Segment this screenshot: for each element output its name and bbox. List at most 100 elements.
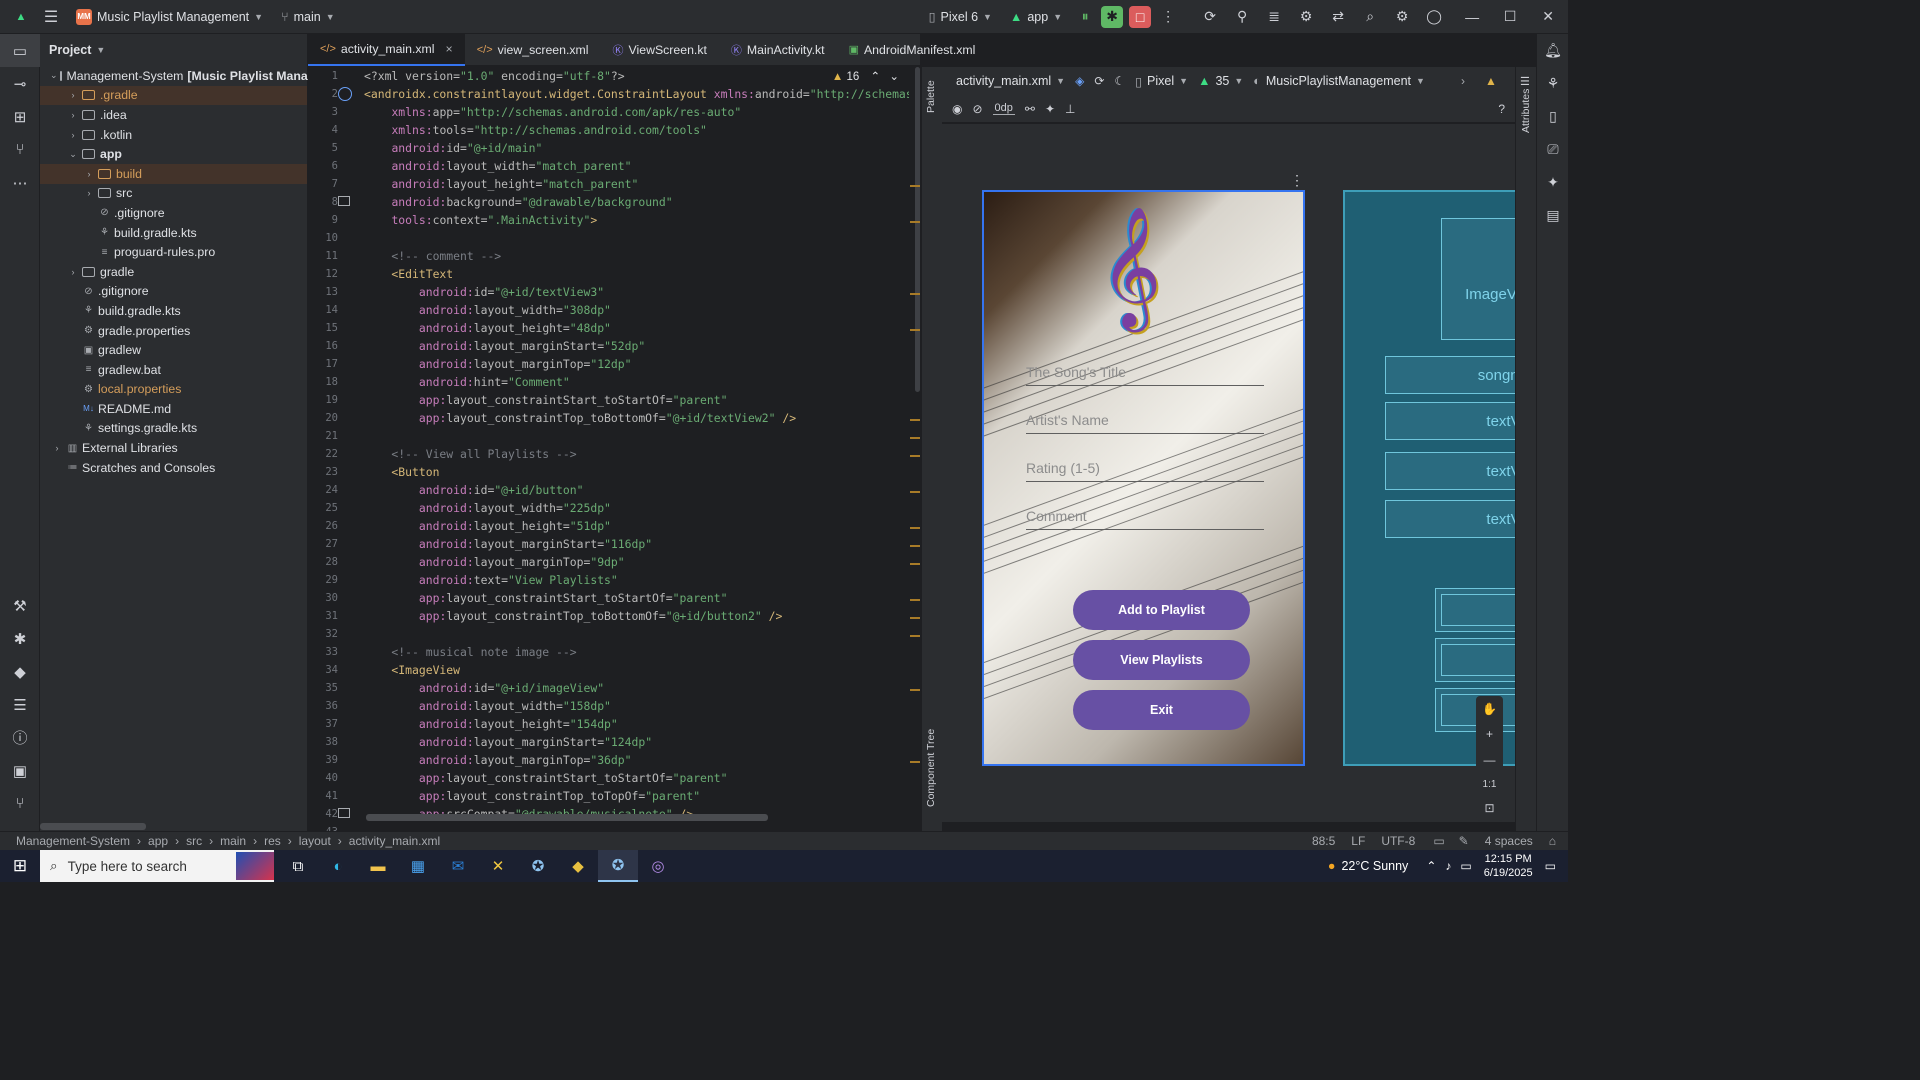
- chevron-down-icon[interactable]: ⌄: [889, 71, 899, 83]
- night-mode-icon[interactable]: ☾: [1114, 74, 1125, 88]
- menu-icon[interactable]: ☰: [40, 6, 62, 28]
- chevron-down-icon[interactable]: ⌄: [50, 70, 58, 81]
- chevron-right-icon[interactable]: ›: [66, 267, 80, 277]
- blueprint-text-view[interactable]: textVie: [1385, 402, 1515, 440]
- vertical-scrollbar[interactable]: [915, 67, 920, 392]
- phone-button[interactable]: Add to Playlist: [1073, 590, 1250, 630]
- notifications-icon[interactable]: 🔔︎: [1537, 34, 1569, 67]
- edge-icon[interactable]: ◐: [318, 850, 358, 882]
- chevron-up-icon[interactable]: ⌃: [871, 71, 881, 83]
- zoom-fit-icon[interactable]: ⊡: [1484, 801, 1494, 815]
- tree-item[interactable]: M↓ README.md: [40, 399, 307, 419]
- guidelines-icon[interactable]: ⊥: [1065, 102, 1075, 116]
- design-surface-icon[interactable]: ◈: [1075, 74, 1084, 88]
- more-icon[interactable]: ⋮: [1290, 172, 1304, 189]
- tree-item[interactable]: › src: [40, 184, 307, 204]
- gradle-sync-icon[interactable]: ⟳: [1199, 6, 1221, 28]
- warning-marker[interactable]: [910, 437, 920, 439]
- tree-item[interactable]: ⚙ gradle.properties: [40, 321, 307, 341]
- obs-icon[interactable]: ◎: [638, 850, 678, 882]
- warning-marker[interactable]: [910, 185, 920, 187]
- store-icon[interactable]: ▦: [398, 850, 438, 882]
- share-icon[interactable]: ⇄: [1327, 6, 1349, 28]
- tree-item[interactable]: ⌄ Management-System [Music Playlist Manage: [40, 66, 322, 86]
- phone-input-field[interactable]: Rating (1-5): [1026, 454, 1264, 482]
- logcat-icon[interactable]: ☰: [0, 688, 40, 721]
- android-studio-taskbar-icon[interactable]: ✪: [518, 850, 558, 882]
- tree-item[interactable]: › ▥ External Libraries: [40, 438, 307, 458]
- blueprint-text-view[interactable]: textVie: [1385, 452, 1515, 490]
- tree-item[interactable]: ⚙ local.properties: [40, 380, 307, 400]
- build-icon[interactable]: ⚒: [0, 589, 40, 622]
- warning-icon[interactable]: ▲: [1485, 74, 1497, 88]
- blueprint-button[interactable]: Bu: [1435, 688, 1515, 732]
- warning-marker[interactable]: [910, 689, 920, 691]
- warning-marker[interactable]: [910, 635, 920, 637]
- settings-icon[interactable]: ⚙: [1391, 6, 1413, 28]
- editor-tab[interactable]: </> activity_main.xml ×: [308, 33, 465, 66]
- run-config-selector[interactable]: ▲ app ▼: [1010, 10, 1062, 24]
- gradle-icon[interactable]: ☰: [1520, 75, 1530, 88]
- pan-icon[interactable]: ✋: [1482, 702, 1497, 716]
- close-tab-icon[interactable]: ×: [446, 42, 453, 56]
- chevron-down-icon[interactable]: ⌄: [66, 149, 80, 160]
- device-preview-selector[interactable]: ▯ Pixel ▼: [1135, 74, 1188, 89]
- project-panel-header[interactable]: Project ▼: [40, 34, 307, 66]
- warning-marker[interactable]: [910, 761, 920, 763]
- tree-item[interactable]: › build: [40, 163, 307, 184]
- running-devices-icon[interactable]: ⎚: [1537, 133, 1569, 166]
- account-icon[interactable]: ◯: [1423, 6, 1445, 28]
- editor-tab[interactable]: </> view_screen.xml: [465, 34, 601, 66]
- zoom-in-icon[interactable]: +: [1486, 727, 1493, 741]
- tree-item[interactable]: ⚘ build.gradle.kts: [40, 301, 307, 321]
- warnings-indicator[interactable]: ▲ 16 ⌃ ⌄: [825, 69, 899, 83]
- structure-icon[interactable]: ⊞: [0, 100, 40, 133]
- device-explorer-icon[interactable]: ▤: [1537, 199, 1569, 232]
- app-icon[interactable]: ✕: [478, 850, 518, 882]
- profile-icon[interactable]: ⏸: [1074, 6, 1096, 28]
- tree-item[interactable]: ≔ Scratches and Consoles: [40, 458, 307, 478]
- notification-center-icon[interactable]: ▭: [1545, 859, 1556, 873]
- chevron-right-icon[interactable]: ›: [82, 169, 96, 179]
- git-icon[interactable]: ⑂: [0, 787, 40, 820]
- device-manager-icon[interactable]: ▯: [1537, 100, 1569, 133]
- blueprint-text-view[interactable]: songnar: [1385, 356, 1515, 394]
- cursor-position[interactable]: 88:5: [1312, 834, 1335, 848]
- stop-icon[interactable]: □: [1129, 5, 1152, 28]
- tree-item[interactable]: › gradle: [40, 262, 307, 282]
- chevron-up-icon[interactable]: ⌃: [1426, 859, 1436, 873]
- infer-constraints-icon[interactable]: ✦: [1045, 102, 1055, 116]
- indent-setting[interactable]: 4 spaces: [1485, 834, 1533, 848]
- warning-marker[interactable]: [910, 617, 920, 619]
- blueprint-image-view[interactable]: ImageV: [1441, 218, 1515, 340]
- breadcrumb-item[interactable]: main: [220, 834, 246, 848]
- gemini-icon[interactable]: ✦: [1537, 166, 1569, 199]
- terminal-icon[interactable]: ▣: [0, 754, 40, 787]
- warning-marker[interactable]: [910, 563, 920, 565]
- minimize-icon[interactable]: —: [1461, 6, 1483, 28]
- phone-button[interactable]: View Playlists: [1073, 640, 1250, 680]
- phone-input-field[interactable]: The Song's Title: [1026, 358, 1264, 386]
- volume-icon[interactable]: ♪: [1445, 859, 1451, 873]
- pull-request-icon[interactable]: ⑂: [0, 133, 40, 166]
- problems-icon[interactable]: ⓘ: [0, 721, 40, 754]
- layout-file-selector[interactable]: activity_main.xml ▼: [956, 74, 1065, 88]
- component-tree-tab[interactable]: Component Tree: [925, 729, 937, 807]
- tree-item[interactable]: ⚘ build.gradle.kts: [40, 223, 307, 243]
- task-view-icon[interactable]: ⧉: [278, 850, 318, 882]
- file-explorer-icon[interactable]: ▬: [358, 850, 398, 882]
- sdk-icon[interactable]: ⚲: [1231, 6, 1253, 28]
- inspection-icon[interactable]: ✎: [1459, 834, 1469, 848]
- network-icon[interactable]: ▭: [1460, 859, 1471, 873]
- file-encoding[interactable]: UTF-8: [1381, 834, 1415, 848]
- magnet-icon[interactable]: ⊘: [972, 102, 982, 116]
- breadcrumb-item[interactable]: activity_main.xml: [349, 834, 440, 848]
- design-canvas[interactable]: ⋮ 𝄞 The Song's Title Artist's Name Rating …: [942, 124, 1515, 822]
- breadcrumb-item[interactable]: layout: [299, 834, 331, 848]
- warning-marker[interactable]: [910, 293, 920, 295]
- phone-input-field[interactable]: Artist's Name: [1026, 406, 1264, 434]
- tree-item[interactable]: ≡ gradlew.bat: [40, 360, 307, 380]
- tree-item[interactable]: ▣ gradlew: [40, 340, 307, 360]
- blueprint-button[interactable]: Bu: [1435, 588, 1515, 632]
- outlook-icon[interactable]: ✉: [438, 850, 478, 882]
